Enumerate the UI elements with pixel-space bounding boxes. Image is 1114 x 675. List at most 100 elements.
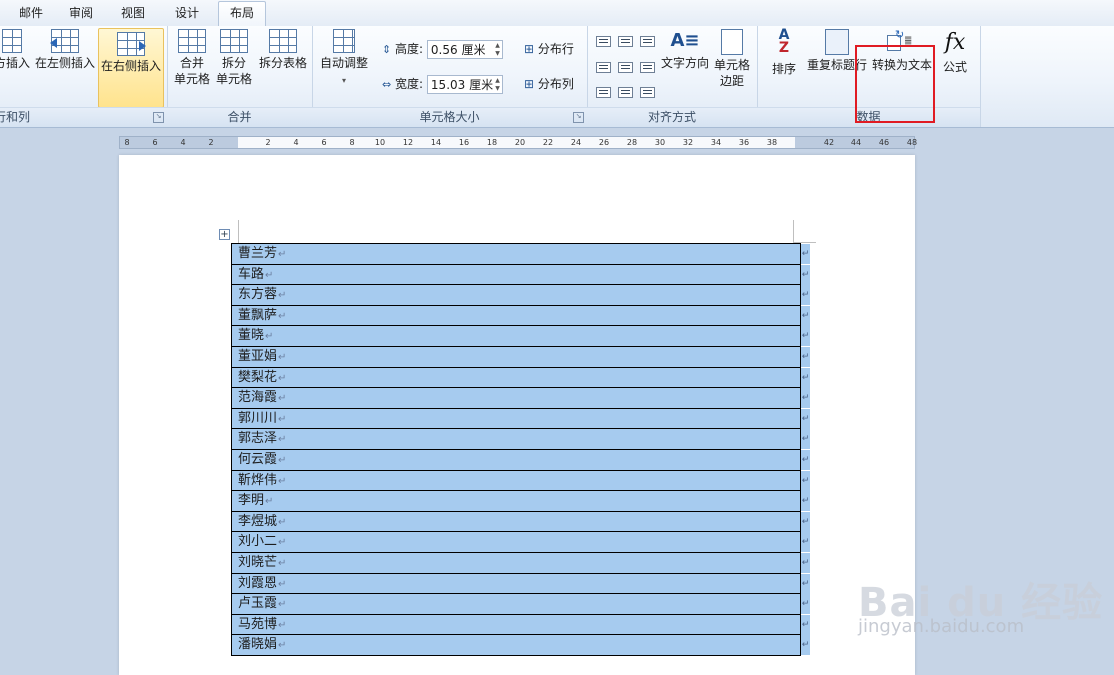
ruler-tick-label: 4 bbox=[180, 138, 186, 147]
table-row[interactable]: 李明↵ ↵ bbox=[231, 491, 810, 512]
align-top-left-icon[interactable] bbox=[596, 36, 611, 47]
tab-layout[interactable]: 布局 bbox=[218, 1, 266, 27]
column-width-control: ⇔ 宽度: 15.03 厘米 ▲ ▼ bbox=[382, 73, 503, 95]
ruler-tick-label: 44 bbox=[850, 138, 862, 147]
insert-left-button[interactable]: 在左侧插入 bbox=[33, 29, 97, 71]
paragraph-mark-icon: ↵ bbox=[278, 413, 287, 425]
table-cell-text: 李明 bbox=[238, 493, 265, 509]
merge-cells-label-1: 合并 bbox=[179, 56, 204, 70]
table-cell-text: 潘晓娟 bbox=[238, 637, 278, 653]
paragraph-mark-icon: ↵ bbox=[278, 475, 287, 487]
table-row[interactable]: 潘晓娟↵ ↵ bbox=[231, 635, 810, 656]
paragraph-mark-icon: ↵ bbox=[278, 393, 287, 405]
table-row[interactable]: 范海霞↵ ↵ bbox=[231, 388, 810, 409]
distribute-rows-button[interactable]: ⊞ 分布行 bbox=[524, 38, 574, 60]
column-width-spinner-icon[interactable]: ▲ ▼ bbox=[495, 77, 500, 93]
split-cells-button[interactable]: 拆分 单元格 bbox=[215, 29, 253, 87]
table-row[interactable]: 郭志泽↵ ↵ bbox=[231, 429, 810, 450]
table-row[interactable]: 郭川川↵ ↵ bbox=[231, 408, 810, 430]
table-move-handle-icon[interactable]: + bbox=[219, 229, 230, 240]
ruler-tick-label: 2 bbox=[208, 138, 214, 147]
repeat-header-rows-button[interactable]: 重复标题行 bbox=[805, 29, 869, 73]
group-alignment: A≡ 文字方向 单元格 边距 对齐方式 bbox=[587, 26, 758, 127]
rows-columns-launcher-icon[interactable]: ↘ bbox=[153, 112, 164, 123]
table-row[interactable]: 董晓↵ ↵ bbox=[231, 326, 810, 347]
align-middle-right-icon[interactable] bbox=[640, 62, 655, 73]
cell-margins-button[interactable]: 单元格 边距 bbox=[711, 29, 753, 89]
paragraph-mark-icon: ↵ bbox=[278, 599, 287, 611]
ruler-tick-label: 36 bbox=[738, 138, 750, 147]
table-cell-text: 董飘萨 bbox=[238, 307, 278, 323]
paragraph-mark-icon: ↵ bbox=[278, 557, 287, 569]
ruler-tick-label: 4 bbox=[293, 138, 299, 147]
table-row[interactable]: 车路↵ ↵ bbox=[231, 264, 810, 286]
table-row[interactable]: 东方蓉↵ ↵ bbox=[231, 285, 810, 306]
distribute-rows-label: 分布行 bbox=[537, 42, 574, 56]
row-height-spinner-icon[interactable]: ▲ ▼ bbox=[495, 42, 500, 58]
table-row[interactable]: 曹兰芳↵ ↵ bbox=[231, 244, 810, 265]
group-cell-size: 自动调整 ▾ ⇕ 高度: 0.56 厘米 ▲ ▼ ⇔ 宽度: 15.03 厘米 ▲… bbox=[312, 26, 588, 127]
group-data: AZ 排序 重复标题行 ≡ ≡ ↻ 转换为文本 fx 公式 数据 bbox=[757, 26, 981, 127]
align-bottom-left-icon[interactable] bbox=[596, 87, 611, 98]
row-height-input[interactable]: 0.56 厘米 ▲ ▼ bbox=[426, 40, 503, 59]
end-of-row-mark-icon: ↵ bbox=[801, 264, 810, 285]
convert-to-text-button[interactable]: ≡ ≡ ↻ 转换为文本 bbox=[869, 28, 935, 73]
tab-review[interactable]: 审阅 bbox=[60, 2, 102, 25]
tab-mailings[interactable]: 邮件 bbox=[10, 2, 52, 25]
table-row[interactable]: 卢玉霞↵ ↵ bbox=[231, 594, 810, 615]
table-row[interactable]: 董飘萨↵ ↵ bbox=[231, 305, 810, 327]
baidu-watermark-url: jingyan.baidu.com bbox=[858, 616, 1025, 637]
paragraph-mark-icon: ↵ bbox=[278, 640, 287, 652]
split-table-button[interactable]: 拆分表格 bbox=[257, 29, 309, 71]
align-bottom-center-icon[interactable] bbox=[618, 87, 633, 98]
group-merge: 合并 单元格 拆分 单元格 拆分表格 合并 bbox=[167, 26, 313, 127]
insert-right-button[interactable]: 在右侧插入 bbox=[98, 28, 164, 108]
table-row[interactable]: 董亚娟↵ ↵ bbox=[231, 346, 810, 368]
ruler-tick-label: 10 bbox=[374, 138, 386, 147]
end-of-row-mark-icon: ↵ bbox=[801, 614, 810, 635]
table-row[interactable]: 刘霞恩↵ ↵ bbox=[231, 573, 810, 595]
table-row[interactable]: 樊梨花↵ ↵ bbox=[231, 367, 810, 389]
merge-cells-button[interactable]: 合并 单元格 bbox=[173, 29, 211, 87]
horizontal-ruler[interactable]: 8 6 4 2 2 4 6 8 10 12 14 16 18 20 22 24 26 28 30 32 34 36 38 42… bbox=[119, 136, 917, 149]
table-row[interactable]: 靳烨伟↵ ↵ bbox=[231, 470, 810, 492]
align-middle-center-icon[interactable] bbox=[618, 62, 633, 73]
ruler-tick-label: 24 bbox=[570, 138, 582, 147]
ruler-tick-label: 42 bbox=[823, 138, 835, 147]
autofit-icon bbox=[333, 29, 355, 53]
ruler-tick-label: 12 bbox=[402, 138, 414, 147]
insert-left-label: 在左侧插入 bbox=[34, 56, 95, 70]
repeat-header-label: 重复标题行 bbox=[806, 58, 867, 72]
paragraph-mark-icon: ↵ bbox=[278, 619, 287, 631]
group-rows-columns: 方插入 在左侧插入 在右侧插入 行和列 ↘ bbox=[0, 26, 168, 127]
table-row[interactable]: 刘小二↵ ↵ bbox=[231, 532, 810, 553]
ruler-tick-label: 32 bbox=[682, 138, 694, 147]
align-middle-left-icon[interactable] bbox=[596, 62, 611, 73]
table-cell-text: 靳烨伟 bbox=[238, 472, 278, 488]
text-direction-button[interactable]: A≡ 文字方向 bbox=[660, 29, 710, 71]
tab-view[interactable]: 视图 bbox=[112, 2, 154, 25]
table-row[interactable]: 何云霞↵ ↵ bbox=[231, 449, 810, 471]
end-of-row-mark-icon: ↵ bbox=[801, 367, 810, 388]
cell-size-launcher-icon[interactable]: ↘ bbox=[573, 112, 584, 123]
table-cell-text: 范海霞 bbox=[238, 390, 278, 406]
sort-label: 排序 bbox=[771, 62, 796, 76]
column-width-input[interactable]: 15.03 厘米 ▲ ▼ bbox=[426, 75, 503, 94]
row-height-value: 0.56 厘米 bbox=[430, 43, 486, 57]
table-row[interactable]: 马苑博↵ ↵ bbox=[231, 614, 810, 636]
tab-design[interactable]: 设计 bbox=[164, 2, 210, 25]
table-row[interactable]: 李煜城↵ ↵ bbox=[231, 511, 810, 533]
autofit-button[interactable]: 自动调整 ▾ bbox=[318, 29, 370, 89]
paragraph-mark-icon: ↵ bbox=[278, 290, 287, 302]
insert-below-button[interactable]: 方插入 bbox=[0, 29, 30, 71]
align-bottom-right-icon[interactable] bbox=[640, 87, 655, 98]
sort-button[interactable]: AZ 排序 bbox=[767, 28, 801, 77]
table-cell-text: 车路 bbox=[238, 266, 265, 282]
formula-button[interactable]: fx 公式 bbox=[937, 29, 973, 75]
name-table[interactable]: 曹兰芳↵ ↵ 车路↵ ↵ 东方蓉↵ ↵ 董飘萨↵ ↵ 董晓↵ ↵ 董亚娟↵ ↵ 樊梨花↵ ↵ 范海霞↵ ↵ 郭川… bbox=[231, 243, 810, 656]
text-direction-icon: A≡ bbox=[670, 30, 700, 51]
align-top-right-icon[interactable] bbox=[640, 36, 655, 47]
align-top-center-icon[interactable] bbox=[618, 36, 633, 47]
distribute-columns-button[interactable]: ⊞ 分布列 bbox=[524, 73, 574, 95]
table-row[interactable]: 刘晓芒↵ ↵ bbox=[231, 552, 810, 574]
